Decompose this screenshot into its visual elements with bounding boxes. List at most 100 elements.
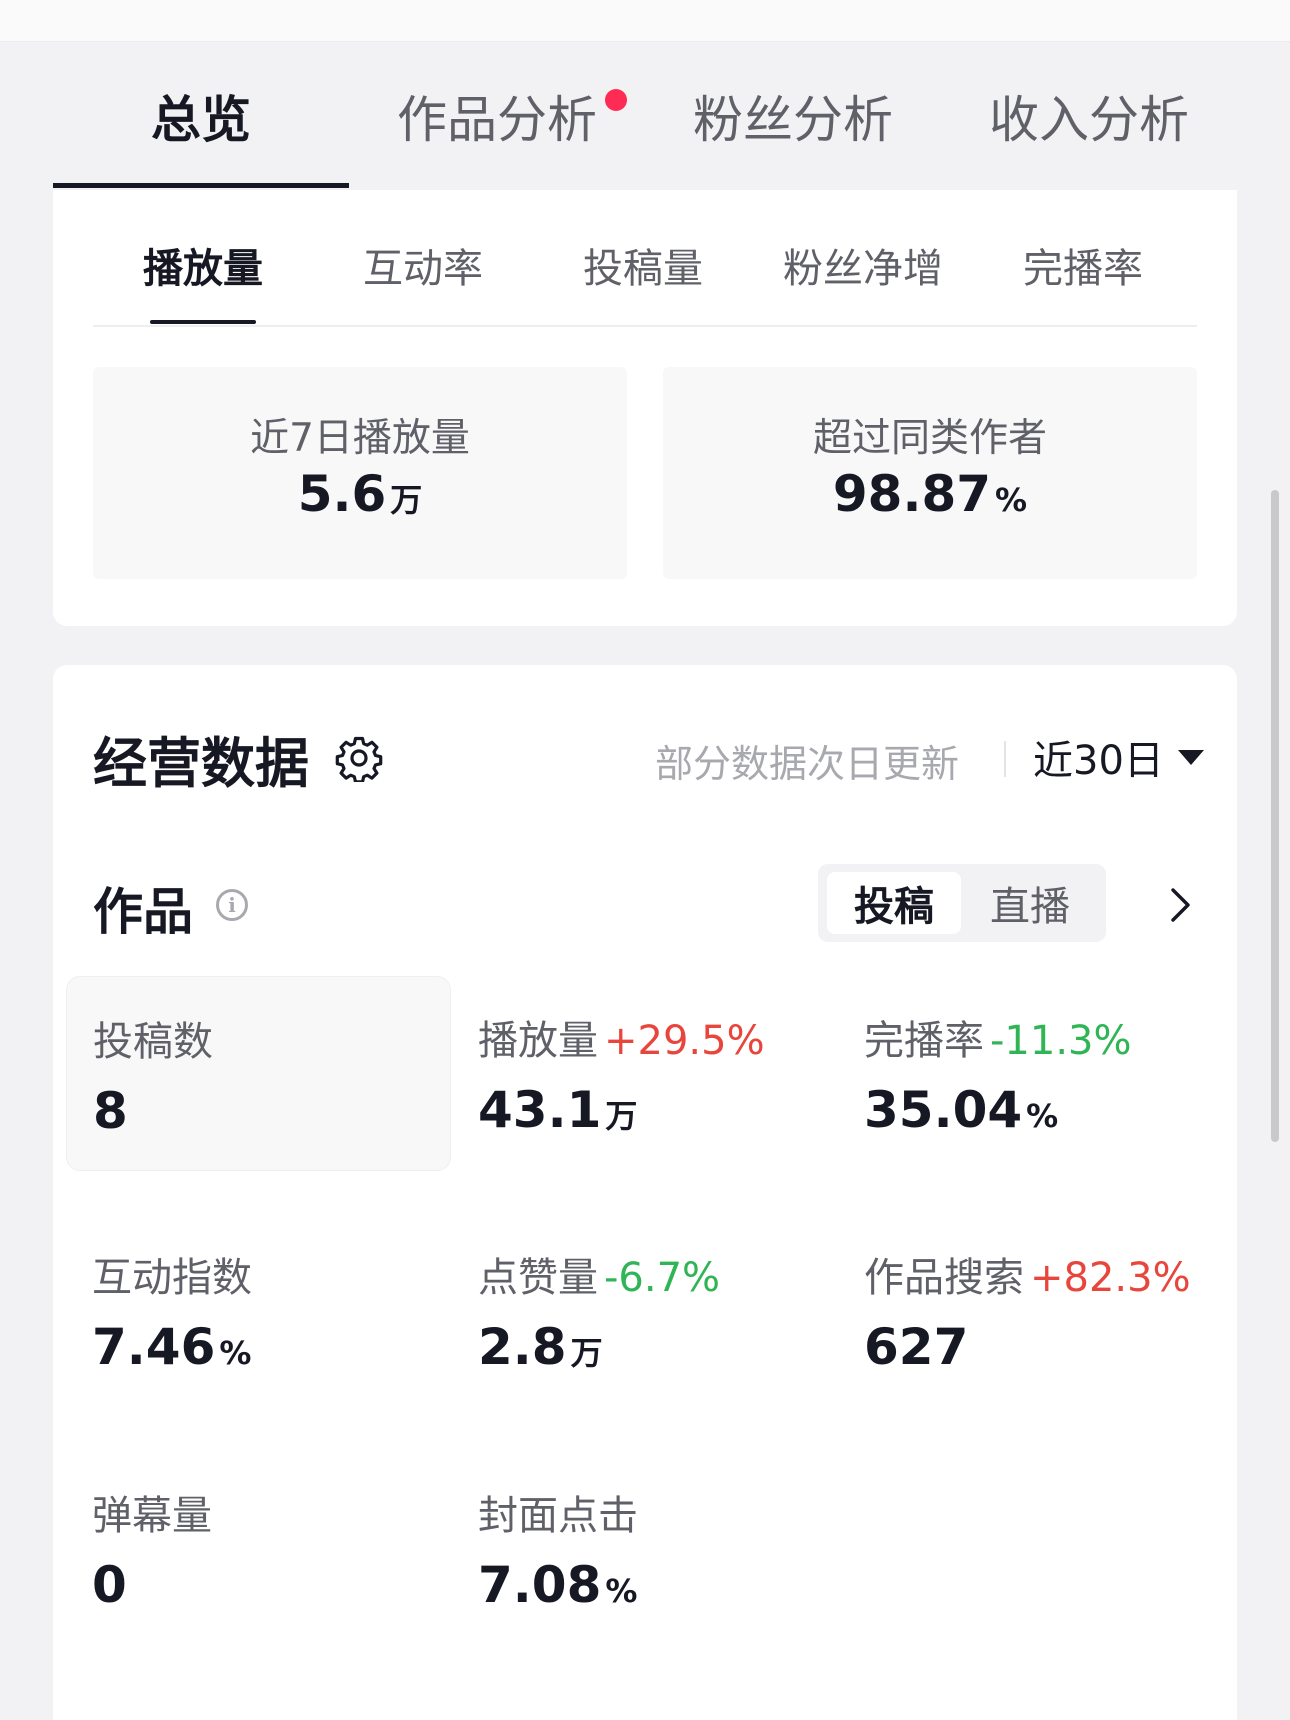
stat-number: 5.6 (297, 465, 387, 523)
metric-value: 0 (92, 1556, 127, 1614)
metric-number: 35.04 (864, 1081, 1023, 1139)
scrollbar[interactable] (1271, 490, 1279, 1142)
subtab-completion-rate[interactable]: 完播率 (973, 190, 1193, 340)
notification-dot (605, 89, 627, 111)
top-strip (0, 0, 1290, 42)
date-range-select[interactable]: 近30日 (1033, 727, 1204, 787)
business-title: 经营数据 (93, 732, 309, 795)
tab-works-analysis-label: 作品分析 (397, 91, 597, 149)
header-separator (1004, 741, 1006, 777)
stat-label: 超过同类作者 (812, 416, 1047, 461)
main-tab-indicator (53, 183, 349, 188)
subtab-completion-rate-label: 完播率 (1023, 246, 1143, 292)
segment-submissions[interactable]: 投稿 (827, 872, 961, 934)
stat-beat-peers: 超过同类作者 98.87% (663, 367, 1197, 579)
metric-label-text: 封面点击 (478, 1493, 638, 1539)
metric-value: 8 (93, 1082, 128, 1140)
metric-label: 作品搜索 +82.3% (864, 1245, 1191, 1303)
metric-plays[interactable]: 播放量 +29.5% 43.1 万 (452, 976, 837, 1171)
gear-icon[interactable] (335, 734, 383, 782)
tab-fans-analysis[interactable]: 粉丝分析 (645, 42, 941, 190)
metric-label: 播放量 +29.5% (478, 1008, 765, 1066)
metric-value: 2.8 万 (478, 1318, 603, 1376)
metric-cover-clicks[interactable]: 封面点击 7.08% (452, 1451, 837, 1646)
metric-label-text: 投稿数 (93, 1019, 213, 1065)
metric-delta: +82.3% (1030, 1255, 1191, 1301)
stat-unit: 万 (390, 481, 423, 519)
metric-value: 7.46% (92, 1318, 251, 1376)
metric-delta: -11.3% (990, 1018, 1132, 1064)
stat-7day-plays: 近7日播放量 5.6 万 (93, 367, 627, 579)
metric-number: 627 (864, 1318, 969, 1376)
metric-number: 0 (92, 1556, 127, 1614)
segment-live[interactable]: 直播 (963, 872, 1097, 934)
chevron-right-icon[interactable] (1161, 886, 1199, 924)
metric-delta: +29.5% (604, 1018, 765, 1064)
date-range-label: 近30日 (1033, 738, 1164, 784)
metric-label-text: 播放量 (478, 1018, 598, 1064)
overview-card: 播放量 互动率 投稿量 粉丝净增 完播率 近7日播放量 5.6 万 超过同类作者 … (53, 190, 1237, 626)
metric-unit: % (219, 1334, 252, 1372)
metric-unit: 万 (570, 1334, 603, 1372)
metric-number: 8 (93, 1082, 128, 1140)
metric-interaction-index[interactable]: 互动指数 7.46% (66, 1213, 451, 1408)
subtab-interaction-rate[interactable]: 互动率 (313, 190, 533, 340)
info-icon[interactable]: i (216, 889, 248, 921)
stat-value: 98.87% (663, 465, 1197, 523)
metric-label-text: 作品搜索 (864, 1255, 1024, 1301)
metric-work-search[interactable]: 作品搜索 +82.3% 627 (838, 1213, 1223, 1408)
analytics-page: 总览 作品分析 粉丝分析 收入分析 播放量 互动率 投稿量 粉丝净增 完播率 近… (0, 0, 1290, 1720)
tab-overview[interactable]: 总览 (53, 42, 349, 190)
business-data-card: 经营数据 部分数据次日更新 近30日 作品 i 投稿 直播 投稿数 8 播放量 … (53, 665, 1237, 1720)
metric-label: 互动指数 (92, 1245, 252, 1303)
metric-value: 627 (864, 1318, 968, 1376)
caret-down-icon (1177, 749, 1204, 765)
tab-works-analysis[interactable]: 作品分析 (349, 42, 645, 190)
metric-delta: -6.7% (604, 1255, 721, 1301)
stat-value: 5.6 万 (93, 465, 627, 523)
metric-value: 35.04% (864, 1081, 1058, 1139)
subtab-plays-label: 播放量 (143, 246, 263, 292)
main-tab-bar: 总览 作品分析 粉丝分析 收入分析 (0, 42, 1290, 190)
metric-unit: 万 (605, 1097, 638, 1135)
subtab-divider (93, 325, 1197, 327)
metric-value: 43.1 万 (478, 1081, 637, 1139)
subtab-plays[interactable]: 播放量 (93, 190, 313, 340)
metric-label-text: 弹幕量 (92, 1493, 212, 1539)
metric-number: 7.08 (478, 1556, 602, 1614)
works-segment-control: 投稿 直播 (818, 864, 1106, 942)
metric-number: 2.8 (478, 1318, 567, 1376)
metric-label: 完播率 -11.3% (864, 1008, 1132, 1066)
metric-label: 弹幕量 (92, 1483, 212, 1541)
subtab-indicator (150, 320, 256, 324)
metric-label-text: 互动指数 (92, 1255, 252, 1301)
subtab-interaction-rate-label: 互动率 (363, 246, 483, 292)
metric-likes[interactable]: 点赞量 -6.7% 2.8 万 (452, 1213, 837, 1408)
stat-label: 近7日播放量 (250, 416, 470, 461)
metric-danmaku-count[interactable]: 弹幕量 0 (66, 1451, 451, 1646)
tab-income-analysis-label: 收入分析 (989, 91, 1189, 149)
metric-label: 封面点击 (478, 1483, 638, 1541)
tab-fans-analysis-label: 粉丝分析 (693, 91, 893, 149)
update-note: 部分数据次日更新 (655, 742, 960, 786)
subtab-net-fans[interactable]: 粉丝净增 (753, 190, 973, 340)
metric-number: 7.46 (92, 1318, 216, 1376)
tab-overview-label: 总览 (151, 91, 251, 149)
stat-unit: % (995, 481, 1028, 519)
metric-number: 43.1 (478, 1081, 602, 1139)
works-title: 作品 (93, 883, 193, 941)
metric-submission-count[interactable]: 投稿数 8 (66, 976, 451, 1171)
metric-label: 点赞量 -6.7% (478, 1245, 720, 1303)
metric-unit: % (1026, 1097, 1059, 1135)
stat-number: 98.87 (832, 465, 992, 523)
metric-completion-rate[interactable]: 完播率 -11.3% 35.04% (838, 976, 1223, 1171)
subtab-submissions-label: 投稿量 (583, 246, 703, 292)
metric-label: 投稿数 (93, 1009, 213, 1067)
subtab-net-fans-label: 粉丝净增 (783, 246, 943, 292)
metric-label-text: 完播率 (864, 1018, 984, 1064)
metric-unit: % (605, 1572, 638, 1610)
tab-income-analysis[interactable]: 收入分析 (941, 42, 1237, 190)
subtab-submissions[interactable]: 投稿量 (533, 190, 753, 340)
metric-value: 7.08% (478, 1556, 637, 1614)
metric-label-text: 点赞量 (478, 1255, 598, 1301)
